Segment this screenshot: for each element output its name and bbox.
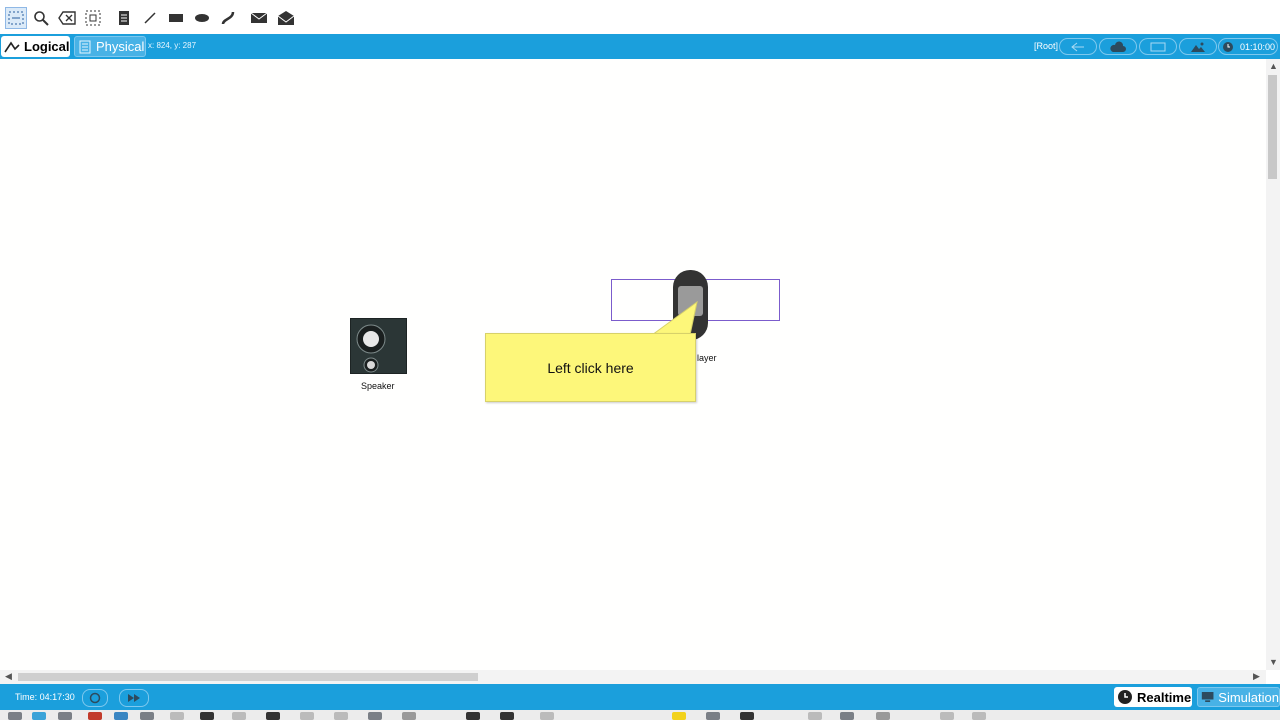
scroll-up-icon[interactable]: ▲	[1269, 61, 1278, 71]
palette-device-icon[interactable]	[368, 712, 382, 720]
logical-icon	[4, 41, 20, 52]
back-arrow-icon	[1071, 42, 1084, 51]
scroll-left-icon[interactable]: ◀	[5, 671, 12, 682]
palette-device-icon[interactable]	[200, 712, 214, 720]
inspect-icon[interactable]	[30, 7, 52, 29]
status-bar: Time: 04:17:30 Realtime Simulation	[0, 684, 1280, 710]
palette-device-icon[interactable]	[972, 712, 986, 720]
palette-device-icon[interactable]	[58, 712, 72, 720]
speaker-icon	[351, 319, 406, 373]
player-device[interactable]	[673, 270, 708, 340]
palette-device-icon[interactable]	[402, 712, 416, 720]
delete-icon[interactable]	[56, 7, 78, 29]
complex-pdu-icon[interactable]	[275, 7, 297, 29]
speaker-label: Speaker	[361, 381, 395, 391]
horizontal-scrollbar[interactable]: ◀ ▶	[0, 670, 1266, 684]
palette-device-icon[interactable]	[466, 712, 480, 720]
power-cycle-icon	[89, 692, 101, 704]
tab-physical[interactable]: Physical	[74, 36, 146, 57]
palette-device-icon[interactable]	[170, 712, 184, 720]
palette-device-icon[interactable]	[114, 712, 128, 720]
cursor-coordinates: x: 824, y: 287	[148, 41, 197, 50]
workspace-bar: Logical Physical x: 824, y: 287 [Root] 0…	[0, 34, 1280, 59]
landscape-button[interactable]	[1179, 38, 1217, 55]
resize-icon[interactable]	[82, 7, 104, 29]
palette-device-icon[interactable]	[500, 712, 514, 720]
back-button[interactable]	[1059, 38, 1097, 55]
simulation-mode-tab[interactable]: Simulation	[1197, 687, 1280, 707]
device-palette-strip	[0, 710, 1280, 720]
palette-device-icon[interactable]	[540, 712, 554, 720]
tab-physical-label: Physical	[96, 39, 145, 54]
instruction-callout: Left click here	[485, 333, 696, 402]
palette-device-icon[interactable]	[88, 712, 102, 720]
root-label: [Root]	[1034, 41, 1059, 51]
speaker-device[interactable]	[350, 318, 407, 374]
palette-device-icon[interactable]	[940, 712, 954, 720]
realtime-mode-tab[interactable]: Realtime	[1114, 687, 1192, 707]
callout-text: Left click here	[547, 359, 634, 376]
physical-icon	[79, 40, 91, 53]
power-cycle-button[interactable]	[82, 689, 108, 707]
player-label: layer	[697, 353, 717, 363]
palette-device-icon[interactable]	[300, 712, 314, 720]
simulation-time: Time: 04:17:30	[15, 692, 75, 702]
palette-device-icon[interactable]	[672, 712, 686, 720]
fast-forward-icon	[128, 694, 140, 702]
freeform-icon[interactable]	[217, 7, 239, 29]
palette-device-icon[interactable]	[740, 712, 754, 720]
simple-pdu-icon[interactable]	[248, 7, 270, 29]
palette-device-icon[interactable]	[706, 712, 720, 720]
simulation-label: Simulation	[1218, 689, 1279, 705]
realtime-label: Realtime	[1137, 689, 1192, 705]
vertical-scrollbar[interactable]: ▲ ▼	[1266, 59, 1280, 670]
palette-device-icon[interactable]	[232, 712, 246, 720]
palette-device-icon[interactable]	[876, 712, 890, 720]
note-icon[interactable]	[113, 7, 135, 29]
tab-logical-label: Logical	[24, 39, 70, 54]
player-screen	[678, 286, 703, 316]
viewport-icon	[1150, 42, 1166, 51]
simulation-icon	[1201, 692, 1214, 702]
palette-device-icon[interactable]	[32, 712, 46, 720]
line-icon[interactable]	[139, 7, 161, 29]
palette-device-icon[interactable]	[334, 712, 348, 720]
palette-device-icon[interactable]	[808, 712, 822, 720]
fast-forward-button[interactable]	[119, 689, 149, 707]
tab-logical[interactable]: Logical	[1, 36, 70, 57]
palette-device-icon[interactable]	[266, 712, 280, 720]
top-toolbar	[0, 0, 1280, 35]
scroll-right-icon[interactable]: ▶	[1253, 671, 1260, 682]
viewport-button[interactable]	[1139, 38, 1177, 55]
horizontal-scroll-thumb[interactable]	[18, 673, 478, 681]
palette-device-icon[interactable]	[840, 712, 854, 720]
landscape-icon	[1191, 42, 1205, 52]
palette-device-icon[interactable]	[8, 712, 22, 720]
scroll-down-icon[interactable]: ▼	[1269, 657, 1278, 667]
ellipse-icon[interactable]	[191, 7, 213, 29]
palette-device-icon[interactable]	[140, 712, 154, 720]
clock-label: 01:10:00	[1239, 41, 1275, 52]
cloud-button[interactable]	[1099, 38, 1137, 55]
select-icon[interactable]	[5, 7, 27, 29]
realtime-clock-icon	[1118, 690, 1132, 704]
cloud-icon	[1110, 40, 1126, 52]
clock-icon	[1223, 42, 1233, 52]
vertical-scroll-thumb[interactable]	[1268, 75, 1277, 179]
clock-display[interactable]: 01:10:00	[1218, 38, 1278, 55]
rectangle-icon[interactable]	[165, 7, 187, 29]
